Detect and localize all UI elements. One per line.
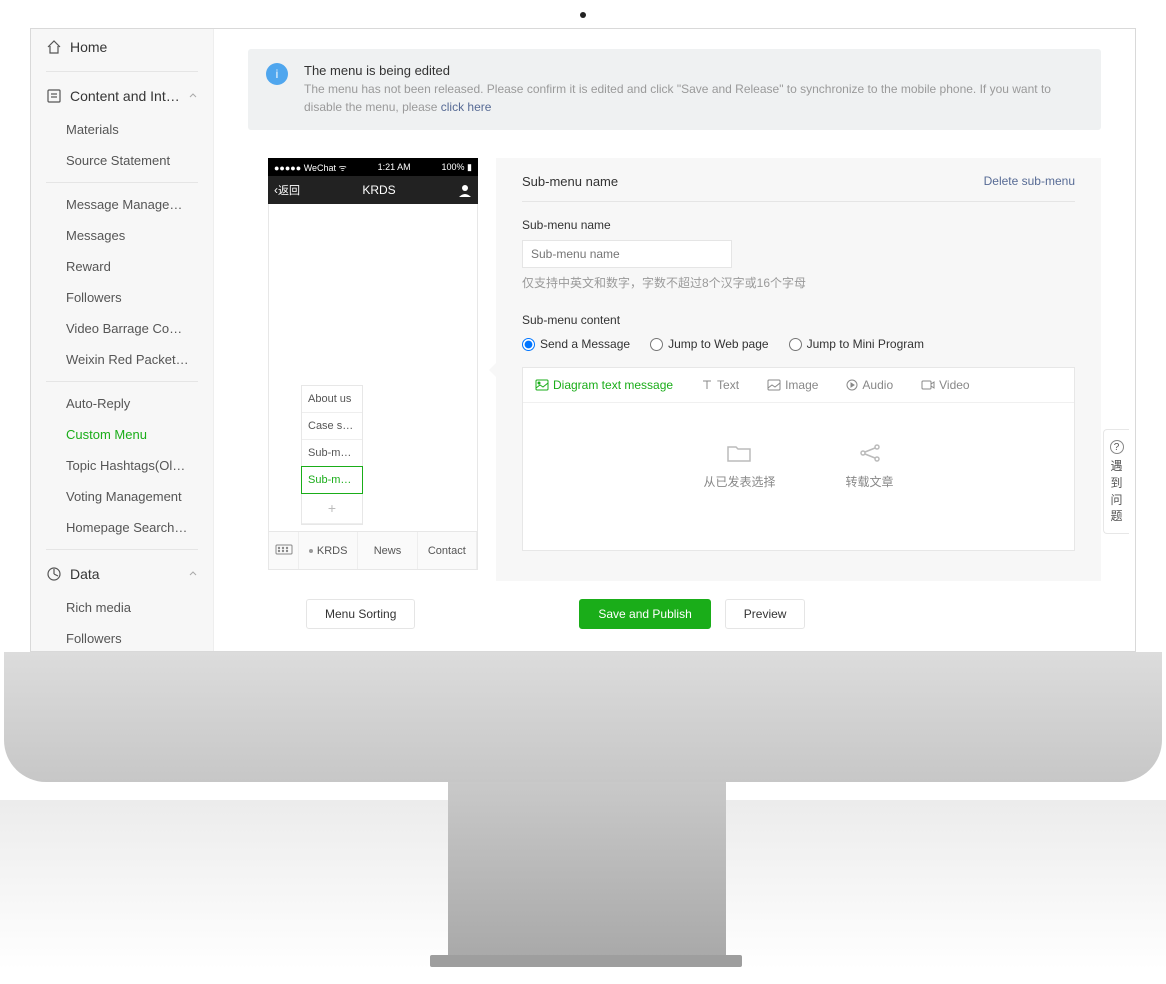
phone-preview: ●●●●● WeChat ᯤ 1:21 AM 100% ▮ ‹ 返回 KRDS [268, 158, 478, 570]
sidebar: Home Content and Int… Materials Source S… [31, 29, 214, 651]
sidebar-item-homepagesearch[interactable]: Homepage Search… [31, 512, 213, 543]
sidebar-item-materials[interactable]: Materials [31, 114, 213, 145]
sidebar-item-voting[interactable]: Voting Management [31, 481, 213, 512]
tab-diagram[interactable]: Diagram text message [535, 378, 673, 392]
submenu-sub1[interactable]: Sub-me… [302, 440, 362, 467]
sidebar-item-autoreply[interactable]: Auto-Reply [31, 388, 213, 419]
sidebar-item-msgmanage[interactable]: Message Manage… [31, 189, 213, 220]
back-label: 返回 [278, 182, 300, 198]
sidebar-item-custommenu[interactable]: Custom Menu [31, 419, 213, 450]
alert-title: The menu is being edited [304, 63, 1083, 78]
content-card: Diagram text message Text Image [522, 367, 1075, 551]
content-label: Content and Int… [70, 88, 180, 104]
sidebar-item-messages[interactable]: Messages [31, 220, 213, 251]
sidebar-item-barrage[interactable]: Video Barrage Co… [31, 313, 213, 344]
sidebar-item-reward[interactable]: Reward [31, 251, 213, 282]
screen: Home Content and Int… Materials Source S… [30, 28, 1136, 652]
sidebar-item-hashtags[interactable]: Topic Hashtags(Ol… [31, 450, 213, 481]
home-icon [46, 39, 62, 55]
detail-panel: Sub-menu name Delete sub-menu Sub-menu n… [496, 158, 1101, 581]
home-label: Home [70, 39, 107, 55]
content-icon [46, 88, 62, 104]
footer-buttons: Menu Sorting Save and Publish Preview [306, 599, 1101, 629]
phone-battery: 100% ▮ [442, 162, 472, 173]
camera-dot [580, 12, 586, 18]
phone-nav: ‹ 返回 KRDS [268, 176, 478, 204]
sidebar-home[interactable]: Home [31, 29, 213, 65]
carrier-label: ●●●●● WeChat ᯤ [274, 161, 347, 174]
panel-pointer [489, 362, 497, 378]
name-hint: 仅支持中英文和数字，字数不超过8个汉字或16个字母 [522, 274, 1075, 291]
panel-title: Sub-menu name [522, 174, 618, 189]
share-icon [857, 443, 883, 463]
preview-button[interactable]: Preview [725, 599, 806, 629]
submenu-add-button[interactable]: + [302, 493, 362, 524]
sidebar-item-redpacket[interactable]: Weixin Red Packet… [31, 344, 213, 375]
name-label: Sub-menu name [522, 218, 1075, 232]
radio-send-message[interactable]: Send a Message [522, 337, 630, 351]
submenu-about[interactable]: About us [302, 386, 362, 413]
phone-menu-bar: KRDS News Contact [268, 532, 478, 570]
info-alert: i The menu is being edited The menu has … [248, 49, 1101, 130]
menu-contact[interactable]: Contact [418, 532, 477, 569]
data-icon [46, 566, 62, 582]
sidebar-item-richmedia[interactable]: Rich media [31, 592, 213, 623]
help-icon: ? [1110, 440, 1124, 454]
tab-video[interactable]: Video [921, 378, 969, 392]
sidebar-content-interaction[interactable]: Content and Int… [31, 78, 213, 114]
delete-submenu-link[interactable]: Delete sub-menu [984, 174, 1075, 189]
data-label: Data [70, 566, 100, 582]
tab-audio[interactable]: Audio [846, 378, 893, 392]
feedback-label: 遇到问题 [1108, 458, 1125, 525]
tab-image[interactable]: Image [767, 378, 818, 392]
sidebar-item-followers[interactable]: Followers [31, 282, 213, 313]
phone-title: KRDS [300, 183, 458, 197]
folder-icon [726, 443, 752, 463]
radio-jump-mini[interactable]: Jump to Mini Program [789, 337, 924, 351]
content-label: Sub-menu content [522, 313, 1075, 327]
disable-menu-link[interactable]: click here [441, 100, 492, 114]
content-tabs: Diagram text message Text Image [523, 368, 1074, 403]
submenu-popup: About us Case stu… Sub-me… Sub-me… + [301, 385, 363, 525]
phone-body: About us Case stu… Sub-me… Sub-me… + [268, 204, 478, 532]
sidebar-item-source[interactable]: Source Statement [31, 145, 213, 176]
info-icon: i [266, 63, 288, 85]
radio-jump-web[interactable]: Jump to Web page [650, 337, 769, 351]
alert-desc-text: The menu has not been released. Please c… [304, 82, 1051, 114]
chevron-up-icon [188, 569, 198, 579]
monitor-base [4, 652, 1162, 782]
avatar-icon [458, 183, 472, 197]
keyboard-icon[interactable] [269, 532, 299, 569]
submenu-name-input[interactable] [522, 240, 732, 268]
picker-select-published[interactable]: 从已发表选择 [703, 443, 775, 490]
phone-time: 1:21 AM [347, 162, 442, 172]
sidebar-item-followers2[interactable]: Followers [31, 623, 213, 652]
phone-status-bar: ●●●●● WeChat ᯤ 1:21 AM 100% ▮ [268, 158, 478, 176]
sidebar-data[interactable]: Data [31, 556, 213, 592]
menu-krds[interactable]: KRDS [299, 532, 358, 569]
chevron-up-icon [188, 91, 198, 101]
monitor-stand [448, 782, 726, 957]
main-area: i The menu is being edited The menu has … [214, 29, 1135, 651]
submenu-sub2-selected[interactable]: Sub-me… [301, 466, 363, 494]
tab-text[interactable]: Text [701, 378, 739, 392]
feedback-tab[interactable]: ? 遇到问题 [1103, 429, 1129, 534]
content-type-radios: Send a Message Jump to Web page Jump to … [522, 337, 1075, 351]
monitor-foot [430, 955, 742, 967]
menu-sorting-button[interactable]: Menu Sorting [306, 599, 415, 629]
picker-repost[interactable]: 转载文章 [846, 443, 894, 490]
alert-desc: The menu has not been released. Please c… [304, 80, 1083, 116]
submenu-case[interactable]: Case stu… [302, 413, 362, 440]
save-publish-button[interactable]: Save and Publish [579, 599, 710, 629]
menu-news[interactable]: News [358, 532, 417, 569]
